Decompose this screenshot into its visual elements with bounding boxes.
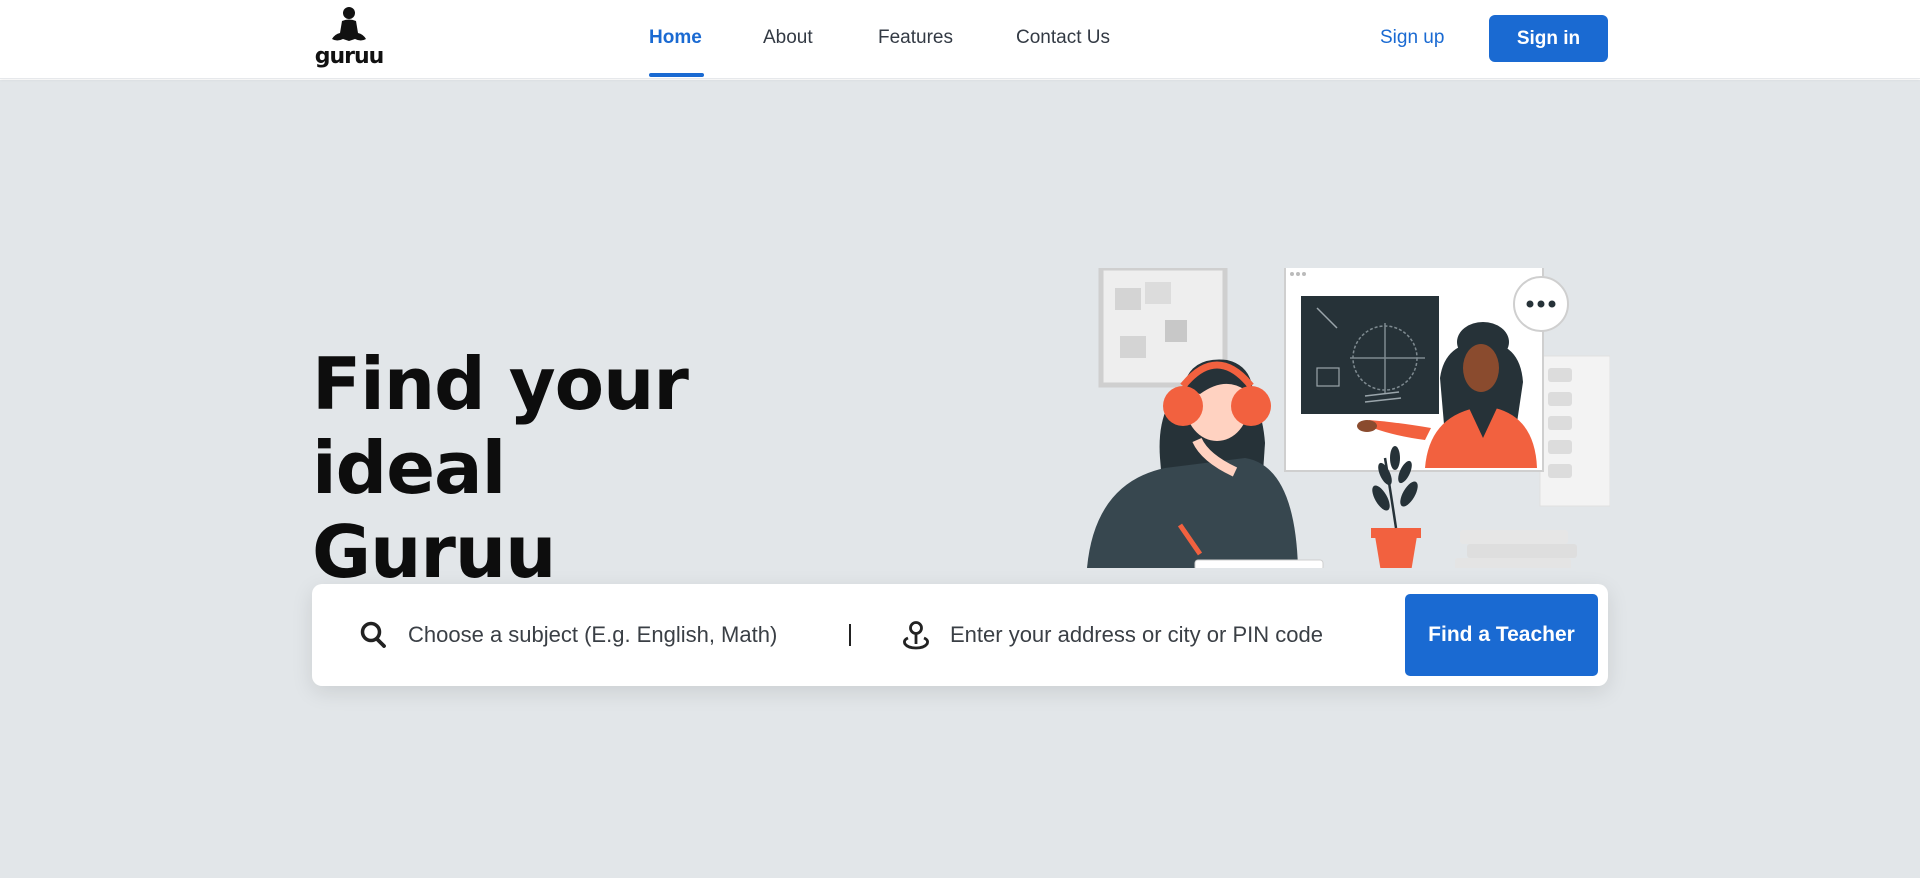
headline-line-1: Find your ideal: [312, 342, 689, 510]
page-bottom-edge: [0, 878, 1920, 892]
nav-features[interactable]: Features: [878, 27, 953, 49]
search-icon: [360, 621, 386, 648]
hero-section: Find your ideal Guruu Choose a subject (…: [0, 80, 1920, 878]
nav-about[interactable]: About: [763, 27, 813, 49]
top-navbar: guruu Home About Features Contact Us Sig…: [0, 0, 1920, 79]
search-divider: [849, 624, 851, 646]
nav-contact-us[interactable]: Contact Us: [1016, 27, 1110, 49]
hero-headline: Find your ideal Guruu: [312, 342, 872, 594]
location-pin-icon: [903, 621, 929, 650]
subject-input[interactable]: [408, 612, 828, 658]
teacher-search-bar: Find a Teacher: [312, 584, 1608, 686]
online-tutoring-illustration: [1087, 268, 1610, 568]
find-teacher-button[interactable]: Find a Teacher: [1405, 594, 1598, 676]
meditating-person-icon: [332, 7, 366, 41]
guruu-logo[interactable]: guruu: [314, 6, 384, 72]
address-input[interactable]: [950, 612, 1380, 658]
active-nav-indicator: [649, 73, 704, 77]
sign-in-button[interactable]: Sign in: [1489, 15, 1608, 62]
headline-line-2: Guruu: [312, 510, 556, 594]
sign-up-link[interactable]: Sign up: [1380, 27, 1444, 49]
nav-home[interactable]: Home: [649, 27, 702, 49]
logo-wordmark: guruu: [314, 44, 385, 69]
